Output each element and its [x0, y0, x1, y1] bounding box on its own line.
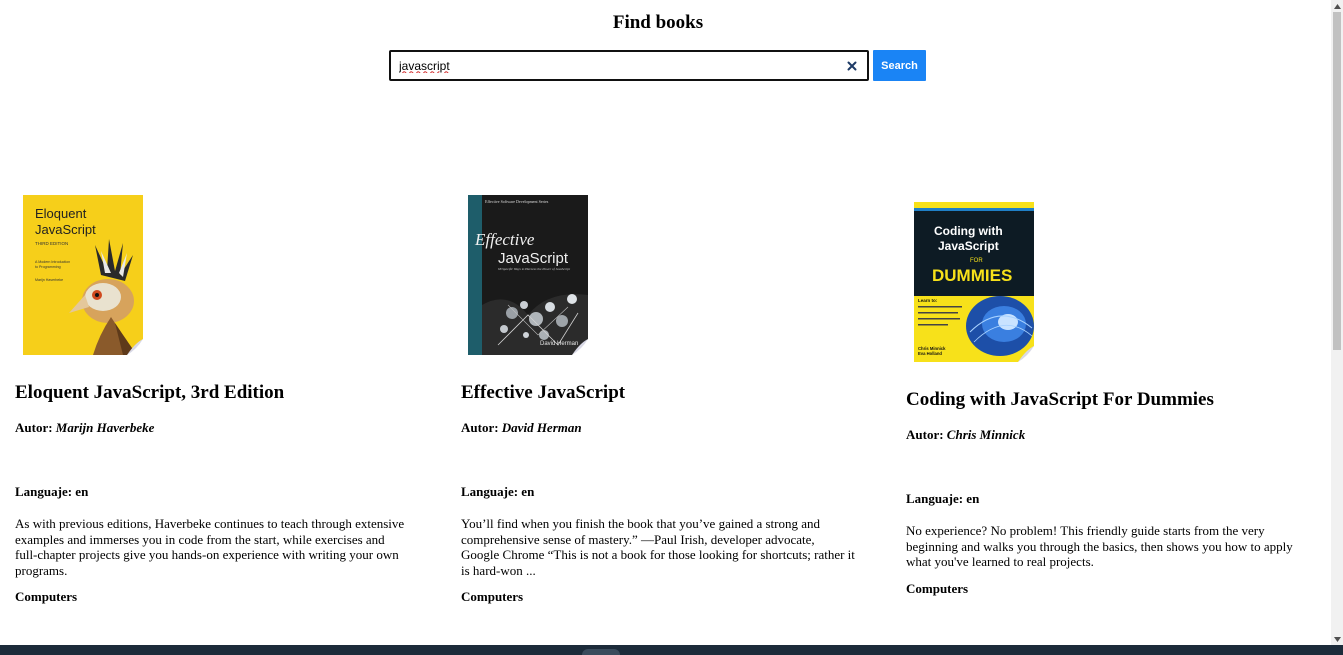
search-bar: Search — [389, 50, 926, 81]
scroll-up-arrow-icon[interactable] — [1331, 0, 1343, 12]
page: Find books Search Eloquent Ja — [0, 0, 1343, 655]
cover-title-line1: Coding with — [934, 224, 1003, 238]
book-card: Effective Software Development Series Ef… — [461, 195, 861, 605]
author-name: David Herman — [501, 420, 582, 435]
cover-author: Marijn Haverbeke — [35, 278, 63, 282]
cover-title-line2: JavaScript — [498, 250, 569, 267]
search-button[interactable]: Search — [873, 50, 926, 81]
author-name: Marijn Haverbeke — [55, 420, 155, 435]
scroll-down-arrow-icon[interactable] — [1331, 633, 1343, 645]
book-author: Autor: Marijn Haverbeke — [15, 420, 415, 436]
cover-series: Effective Software Development Series — [485, 199, 549, 204]
book-card: Coding with JavaScript FOR DUMMIES Learn… — [906, 202, 1306, 597]
cover-for: FOR — [970, 258, 983, 264]
vertical-scrollbar[interactable] — [1331, 0, 1343, 645]
book-title: Coding with JavaScript For Dummies — [906, 389, 1214, 410]
close-icon[interactable] — [843, 56, 861, 75]
book-cover-image[interactable]: Eloquent JavaScript THIRD EDITION A Mode… — [23, 195, 143, 355]
search-box — [389, 50, 869, 81]
book-title: Effective JavaScript — [461, 382, 626, 403]
cover-dummies: DUMMIES — [932, 266, 1012, 285]
book-language: Languaje: en — [15, 484, 89, 499]
cover-subtitle-line1: A Modern Introduction — [35, 260, 70, 264]
book-cover-image[interactable]: Effective Software Development Series Ef… — [468, 195, 588, 355]
cover-title-line1: Eloquent — [35, 206, 87, 221]
cover-author: David Herman — [540, 341, 578, 347]
cover-title-line1: Effective — [474, 230, 535, 249]
page-title: Find books — [612, 12, 704, 33]
book-author: Autor: Chris Minnick — [906, 427, 1306, 443]
book-author: Autor: David Herman — [461, 420, 861, 436]
book-description: No experience? No problem! This friendly… — [906, 523, 1293, 569]
swirl-illustration — [966, 296, 1034, 356]
book-cover-image[interactable]: Coding with JavaScript FOR DUMMIES Learn… — [914, 202, 1034, 362]
book-category: Computers — [461, 589, 524, 604]
cover-title-line2: JavaScript — [938, 239, 999, 253]
cover-subtitle-line2: to Programming — [35, 265, 61, 269]
cover-learn-to: Learn to: — [918, 298, 938, 303]
taskbar — [0, 645, 1343, 655]
book-category: Computers — [906, 580, 969, 596]
author-label: Autor: — [906, 427, 947, 442]
taskbar-app-icon[interactable] — [582, 649, 620, 655]
cover-author-2: Eva Holland — [918, 351, 942, 356]
author-name: Chris Minnick — [946, 427, 1026, 442]
book-description: You’ll find when you finish the book tha… — [461, 516, 855, 578]
cover-subtitle: 68 Specific Ways to Harness the Power of… — [498, 267, 571, 271]
scrollbar-thumb[interactable] — [1333, 12, 1341, 350]
cover-title-line2: JavaScript — [35, 222, 96, 237]
book-category: Computers — [15, 589, 78, 604]
search-input[interactable] — [399, 52, 829, 79]
author-label: Autor: — [15, 420, 56, 435]
book-card: Eloquent JavaScript THIRD EDITION A Mode… — [15, 195, 415, 605]
content-area: Find books Search Eloquent Ja — [0, 0, 1331, 645]
book-language: Languaje: en — [906, 491, 980, 506]
book-title: Eloquent JavaScript, 3rd Edition — [15, 382, 285, 403]
author-label: Autor: — [461, 420, 502, 435]
book-language: Languaje: en — [461, 484, 535, 499]
book-description: As with previous editions, Haverbeke con… — [15, 516, 405, 578]
cover-edition: THIRD EDITION — [35, 241, 68, 246]
